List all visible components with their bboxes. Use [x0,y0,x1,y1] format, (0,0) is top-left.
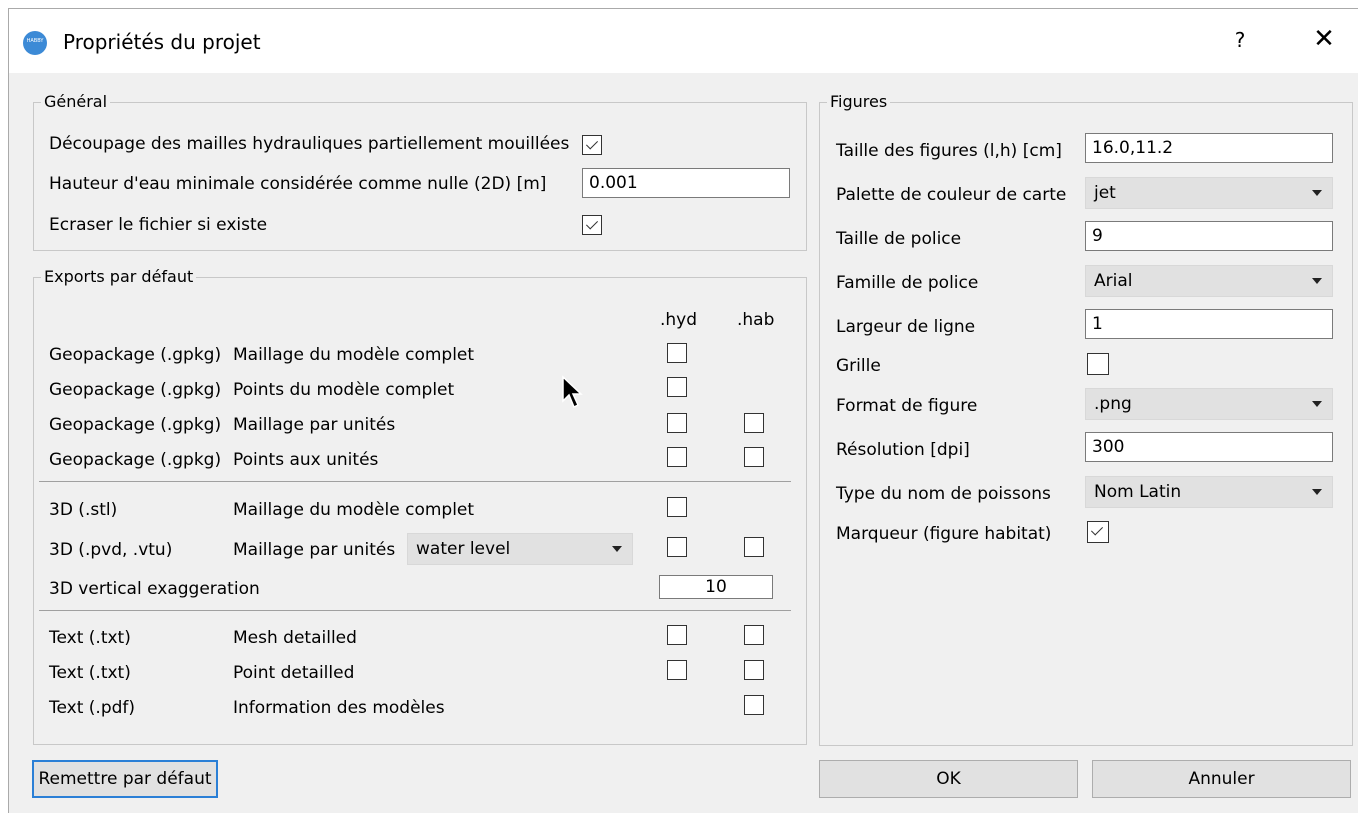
chevron-down-icon [1312,278,1322,284]
resolution-label: Résolution [dpi] [836,440,970,460]
exports-group-title: Exports par défaut [41,267,197,286]
taille-figures-label: Taille des figures (l,h) [cm] [836,141,1062,161]
export-desc: Information des modèles [233,698,445,718]
chevron-down-icon [1312,489,1322,495]
export-desc: Maillage du modèle complet [233,500,475,520]
famille-police-select[interactable]: Arial [1085,265,1333,297]
separator [39,481,791,482]
export-hab-checkbox[interactable] [744,695,764,715]
export-hyd-checkbox[interactable] [667,447,687,467]
export-desc: Maillage par unités [233,540,396,560]
hauteur-input[interactable]: 0.001 [582,168,790,198]
water-level-value: water level [416,539,511,559]
largeur-ligne-label: Largeur de ligne [836,317,976,337]
ecraser-label: Ecraser le fichier si existe [49,215,268,235]
type-nom-select[interactable]: Nom Latin [1085,476,1333,508]
marqueur-label: Marqueur (figure habitat) [836,524,1052,544]
help-button[interactable]: ? [1225,25,1255,55]
export-format: Text (.txt) [49,628,131,648]
palette-value: jet [1094,183,1116,203]
export-format: Geopackage (.gpkg) [49,450,222,470]
export-format: Geopackage (.gpkg) [49,345,222,365]
decoupage-label: Découpage des mailles hydrauliques parti… [49,134,570,154]
export-format: Text (.pdf) [49,698,136,718]
export-hyd-checkbox[interactable] [667,497,687,517]
famille-police-label: Famille de police [836,273,979,293]
close-icon[interactable]: ✕ [1307,25,1341,55]
taille-police-label: Taille de police [836,229,962,249]
grille-label: Grille [836,356,881,376]
export-hyd-checkbox[interactable] [667,537,687,557]
largeur-ligne-input[interactable]: 1 [1085,309,1333,339]
col-hyd-header: .hyd [660,310,698,330]
format-figure-value: .png [1094,394,1132,414]
famille-police-value: Arial [1094,271,1133,291]
decoupage-checkbox[interactable] [582,135,602,155]
export-desc: Points aux unités [233,450,379,470]
dialog-title: Propriétés du projet [63,30,261,54]
export-format: Geopackage (.gpkg) [49,380,222,400]
water-level-select[interactable]: water level [407,533,633,565]
grille-checkbox[interactable] [1087,353,1109,375]
export-hyd-checkbox[interactable] [667,660,687,680]
col-hab-header: .hab [737,310,775,330]
export-format: Geopackage (.gpkg) [49,415,222,435]
resolution-input[interactable]: 300 [1085,432,1333,462]
cancel-button[interactable]: Annuler [1092,760,1351,798]
taille-police-input[interactable]: 9 [1085,221,1333,251]
marqueur-checkbox[interactable] [1087,521,1109,543]
app-logo-icon: HABBY [23,31,47,55]
export-format: 3D (.stl) [49,500,118,520]
taille-figures-input[interactable]: 16.0,11.2 [1085,133,1333,163]
export-hyd-checkbox[interactable] [667,625,687,645]
palette-label: Palette de couleur de carte [836,185,1067,205]
figures-group-title: Figures [827,92,891,111]
export-hab-checkbox[interactable] [744,660,764,680]
export-hyd-checkbox[interactable] [667,343,687,363]
format-figure-label: Format de figure [836,396,978,416]
chevron-down-icon [612,546,622,552]
format-figure-select[interactable]: .png [1085,388,1333,420]
export-hab-checkbox[interactable] [744,625,764,645]
project-properties-dialog: HABBY Propriétés du projet ? ✕ Général D… [8,8,1358,813]
hauteur-label: Hauteur d'eau minimale considérée comme … [49,174,547,194]
vertical-exaggeration-input[interactable]: 10 [659,575,773,599]
export-hyd-checkbox[interactable] [667,377,687,397]
ok-button[interactable]: OK [819,760,1078,798]
export-desc: Point detailled [233,663,355,683]
title-bar: HABBY Propriétés du projet ? ✕ [9,9,1358,73]
ecraser-checkbox[interactable] [582,215,602,235]
vertical-exaggeration-value: 10 [705,577,727,597]
export-format: 3D (.pvd, .vtu) [49,540,173,560]
export-hyd-checkbox[interactable] [667,413,687,433]
export-desc: Maillage par unités [233,415,396,435]
type-nom-value: Nom Latin [1094,482,1182,502]
type-nom-label: Type du nom de poissons [836,484,1051,504]
export-desc: Maillage du modèle complet [233,345,475,365]
mouse-cursor-icon [562,375,583,409]
chevron-down-icon [1312,190,1322,196]
export-hab-checkbox[interactable] [744,447,764,467]
palette-select[interactable]: jet [1085,177,1333,209]
reset-defaults-button[interactable]: Remettre par défaut [32,760,218,798]
export-format: Text (.txt) [49,663,131,683]
separator [39,610,791,611]
export-desc: Mesh detailled [233,628,357,648]
export-hab-checkbox[interactable] [744,537,764,557]
export-hab-checkbox[interactable] [744,413,764,433]
chevron-down-icon [1312,401,1322,407]
export-desc: Points du modèle complet [233,380,455,400]
vertical-exaggeration-label: 3D vertical exaggeration [49,579,260,599]
general-group-title: Général [41,92,111,111]
